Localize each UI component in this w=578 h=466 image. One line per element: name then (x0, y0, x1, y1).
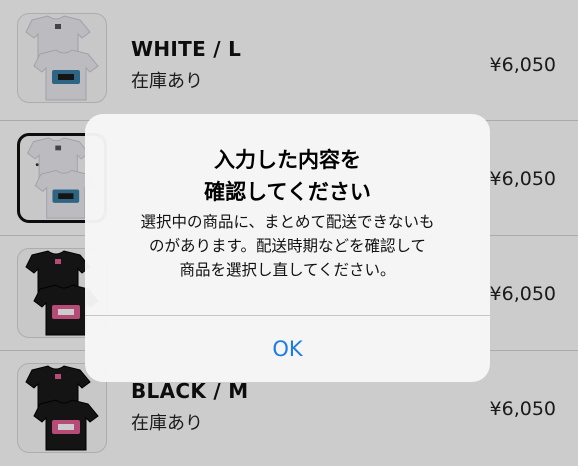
alert-message-line: 選択中の商品に、まとめて配送できないも (140, 213, 435, 231)
alert-message-line: 商品を選択し直してください。 (179, 261, 396, 279)
alert-title-line: 入力した内容を (214, 148, 361, 172)
alert-message-line: のがあります。配送時期などを確認して (149, 237, 426, 255)
ok-button[interactable]: OK (85, 316, 490, 382)
cart-screen: WHITE / L 在庫あり ¥6,050 ¥6,050 ¥6,050 BLAC… (0, 0, 578, 466)
alert-message: 選択中の商品に、まとめて配送できないも のがあります。配送時期などを確認して 商… (109, 210, 466, 282)
alert-title: 入力した内容を 確認してください (105, 144, 470, 208)
alert-title-line: 確認してください (204, 180, 371, 204)
alert-dialog: 入力した内容を 確認してください 選択中の商品に、まとめて配送できないも のがあ… (85, 114, 490, 382)
